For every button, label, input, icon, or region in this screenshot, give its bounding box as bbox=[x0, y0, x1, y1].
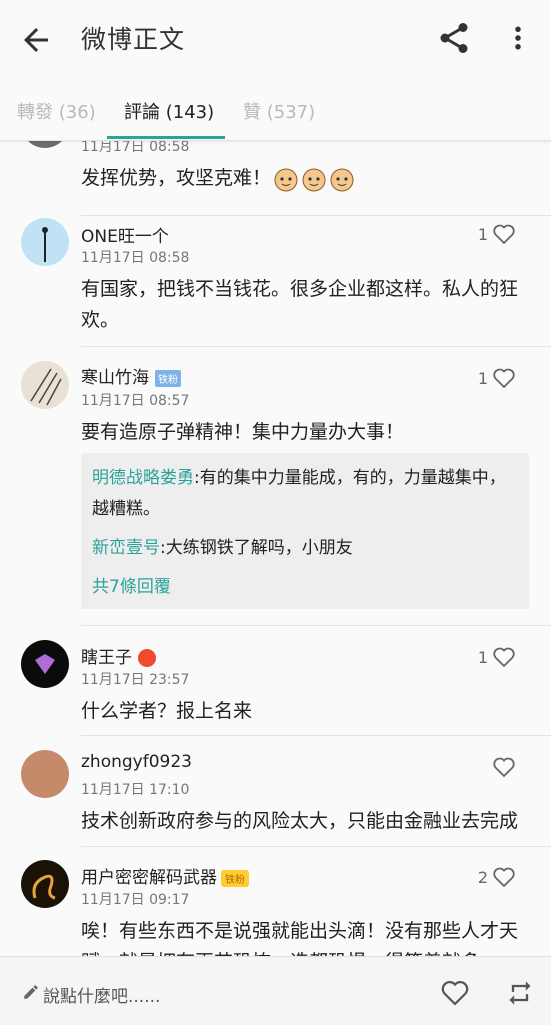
like-control[interactable]: 1 bbox=[474, 646, 516, 668]
page-title: 微博正文 bbox=[81, 25, 186, 54]
heart-outline-icon[interactable] bbox=[492, 646, 516, 668]
comment-time: 11月17日 23:57 bbox=[81, 672, 190, 688]
verified-medal-icon bbox=[138, 649, 156, 667]
comment-time: 11月17日 08:58 bbox=[81, 250, 190, 266]
divider bbox=[81, 346, 551, 347]
bottom-action-bar: 說點什麼吧...... bbox=[0, 956, 551, 1025]
like-control[interactable]: 1 bbox=[474, 367, 516, 389]
reply-author[interactable]: 明德战略娄勇 bbox=[92, 468, 194, 488]
avatar[interactable] bbox=[21, 361, 69, 409]
arrow-left-icon[interactable] bbox=[18, 22, 54, 58]
avatar[interactable] bbox=[21, 140, 69, 148]
heart-outline-icon[interactable] bbox=[492, 756, 516, 778]
user-name[interactable]: zhongyf0923 bbox=[81, 752, 192, 772]
comment-time: 11月17日 17:10 bbox=[81, 782, 190, 798]
user-name[interactable]: 寒山竹海 铁粉 bbox=[81, 363, 181, 388]
like-control[interactable]: 1 bbox=[474, 223, 516, 245]
heart-outline-icon[interactable] bbox=[440, 979, 470, 1007]
fan-badge: 铁粉 bbox=[221, 869, 249, 887]
comment-text: 有国家，把钱不当钱花。很多企业都这样。私人的狂欢。 bbox=[81, 278, 519, 331]
divider bbox=[81, 215, 551, 216]
reply-item: 明德战略娄勇:有的集中力量能成，有的，力量越集中，越糟糕。 bbox=[92, 463, 519, 525]
reply-preview[interactable]: 明德战略娄勇:有的集中力量能成，有的，力量越集中，越糟糕。 新峦壹号:大练钢铁了… bbox=[81, 453, 529, 609]
view-all-replies-link[interactable]: 共7條回覆 bbox=[92, 572, 519, 597]
like-count: 1 bbox=[477, 224, 488, 244]
avatar[interactable] bbox=[21, 750, 69, 798]
cat-emoji-icon bbox=[330, 168, 354, 191]
like-count: 2 bbox=[477, 867, 488, 887]
cat-emoji-icon bbox=[274, 168, 298, 191]
like-count: 1 bbox=[477, 647, 488, 667]
divider bbox=[81, 846, 551, 847]
heart-outline-icon[interactable] bbox=[492, 866, 516, 888]
repost-icon[interactable] bbox=[506, 979, 534, 1007]
fan-badge: 铁粉 bbox=[155, 369, 181, 387]
user-name[interactable]: 用户密密解码武器 铁粉 bbox=[81, 863, 249, 888]
comment-time: 11月17日 08:57 bbox=[81, 393, 190, 409]
user-name[interactable]: ONE旺一个 bbox=[81, 222, 169, 247]
comment-input[interactable]: 說點什麼吧...... bbox=[43, 982, 160, 1007]
comment-text: 什么学者？报上名来 bbox=[81, 700, 253, 722]
pencil-icon bbox=[24, 985, 38, 999]
comment-time: 11月17日 09:17 bbox=[81, 892, 190, 908]
tab-comments[interactable]: 評論 (143) bbox=[124, 98, 214, 124]
share-icon[interactable] bbox=[436, 20, 472, 56]
heart-outline-icon[interactable] bbox=[492, 223, 516, 245]
app-bar: 微博正文 bbox=[0, 0, 551, 78]
cat-emoji-icon bbox=[302, 168, 326, 191]
comment-text: 要有造原子弹精神！集中力量办大事！ bbox=[81, 421, 405, 443]
avatar[interactable] bbox=[21, 640, 69, 688]
active-tab-indicator bbox=[107, 136, 225, 139]
comment-text: 发挥优势，攻坚克难！ bbox=[81, 163, 531, 194]
reply-text: :大练钢铁了解吗，小朋友 bbox=[160, 538, 353, 558]
like-control[interactable]: 2 bbox=[474, 866, 516, 888]
divider bbox=[81, 735, 551, 736]
heart-outline-icon[interactable] bbox=[492, 367, 516, 389]
avatar[interactable] bbox=[21, 860, 69, 908]
divider bbox=[81, 625, 551, 626]
user-name[interactable]: 瞎王子 bbox=[81, 643, 156, 668]
more-vert-icon[interactable] bbox=[503, 20, 533, 56]
tab-bar: 轉發 (36) 評論 (143) 贊 (537) bbox=[0, 78, 551, 141]
like-count: 1 bbox=[477, 368, 488, 388]
comment-text: 技术创新政府参与的风险太大，只能由金融业去完成 bbox=[81, 810, 519, 832]
tab-likes[interactable]: 贊 (537) bbox=[243, 98, 315, 124]
comment-time: 11月17日 08:58 bbox=[81, 140, 190, 155]
tab-reposts[interactable]: 轉發 (36) bbox=[17, 98, 96, 124]
reply-item: 新峦壹号:大练钢铁了解吗，小朋友 bbox=[92, 533, 519, 564]
reply-author[interactable]: 新峦壹号 bbox=[92, 538, 160, 558]
like-control[interactable] bbox=[474, 756, 516, 778]
comment-text: 唉！有些东西不是说强就能出头滴！没有那些人才天赋，就是拥有再芯恐怖，造都恐惧，得… bbox=[81, 920, 519, 956]
comment-list[interactable]: 11月17日 08:58 发挥优势，攻坚克难！ ONE旺一个 11月17日 08… bbox=[0, 140, 551, 956]
avatar[interactable] bbox=[21, 218, 69, 266]
